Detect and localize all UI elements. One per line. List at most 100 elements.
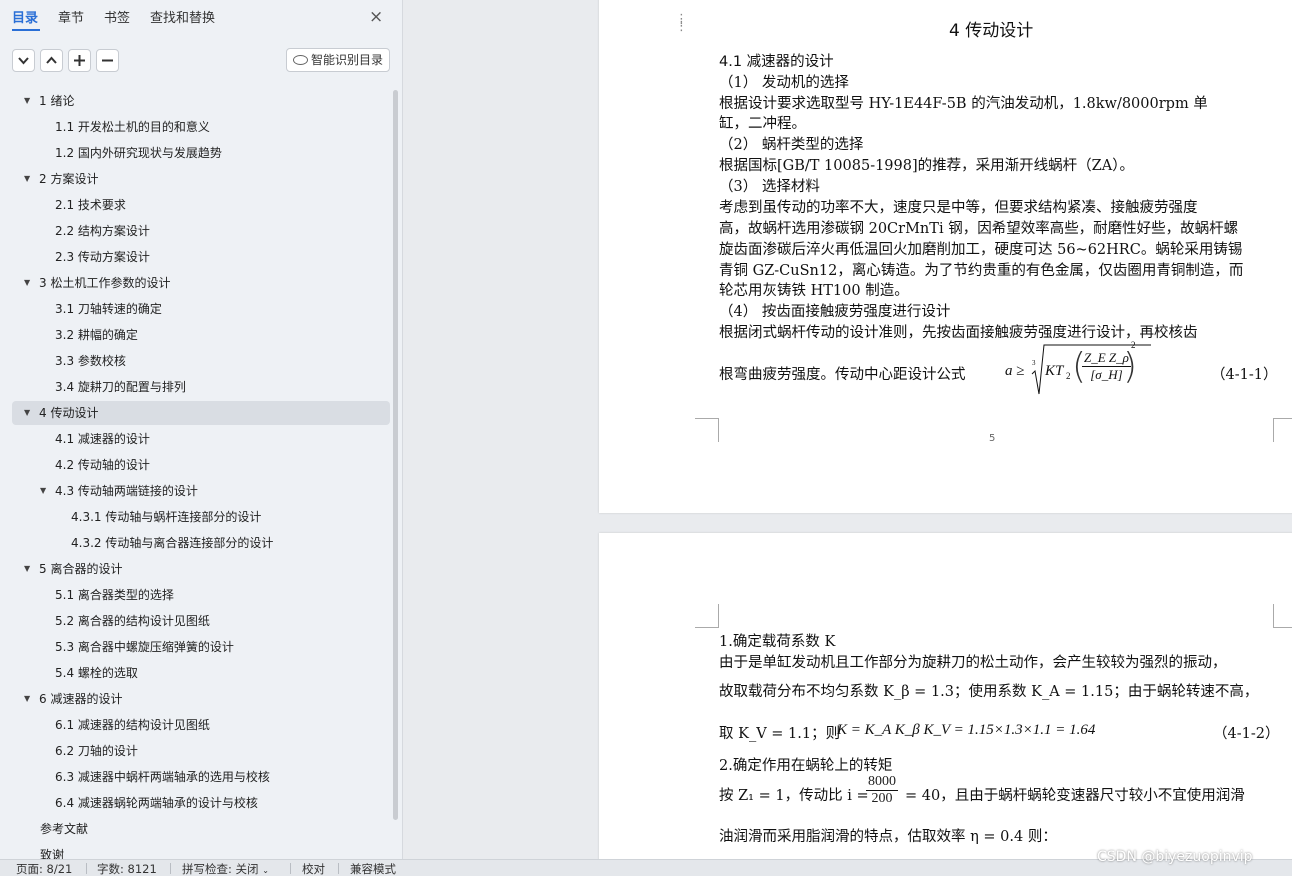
toc-item[interactable]: ▼ 4 传动设计 (12, 401, 390, 425)
body-line: 根据国标[GB/T 10085-1998]的推荐，采用渐开线蜗杆（ZA）。 (719, 158, 1134, 174)
toc-item-label: 4.2 传动轴的设计 (55, 458, 150, 472)
toc-item[interactable]: 参考文献 (12, 817, 390, 841)
toc-item[interactable]: 6.1 减速器的结构设计见图纸 (12, 713, 390, 737)
drag-handle-icon[interactable]: ⋮ ⋮ (675, 13, 688, 33)
expand-arrow-icon[interactable]: ▼ (24, 687, 30, 711)
smart-toc-button[interactable]: 智能识别目录 (286, 48, 390, 72)
add-item-button[interactable] (68, 49, 91, 72)
tab-chapters[interactable]: 章节 (58, 7, 84, 26)
expand-arrow-icon[interactable]: ▼ (24, 557, 30, 581)
toc-item[interactable]: ▼ 3 松土机工作参数的设计 (12, 271, 390, 295)
body-line: （3） 选择材料 (719, 179, 820, 195)
spell-check-toggle[interactable]: 拼写检查: 关闭 ⌄ (182, 861, 269, 876)
proofread-button[interactable]: 校对 (302, 861, 325, 876)
body-line: 油润滑而采用脂润滑的特点，估取效率 η = 0.4 则： (719, 829, 1057, 845)
toc-item-label: 6 减速器的设计 (39, 692, 123, 706)
toc-item[interactable]: 5.1 离合器类型的选择 (12, 583, 390, 607)
expand-all-button[interactable] (40, 49, 63, 72)
toc-item[interactable]: 4.2 传动轴的设计 (12, 453, 390, 477)
navigation-pane: 目录 章节 书签 查找和替换 × 智能识别目录 ▼ 1 绪论 1.1 开发松土机的目… (0, 0, 403, 859)
chapter-heading: 4 传动设计 (949, 21, 1034, 41)
expand-arrow-icon[interactable]: ▼ (40, 479, 46, 503)
chevron-down-icon: ⌄ (262, 866, 269, 875)
body-line: 取 K_V = 1.1；则 (719, 726, 841, 742)
toc-item[interactable]: 3.2 耕幅的确定 (12, 323, 390, 347)
toc-item[interactable]: 4.3.1 传动轴与蜗杆连接部分的设计 (12, 505, 390, 529)
toc-item-label: 4.3.1 传动轴与蜗杆连接部分的设计 (71, 510, 262, 524)
toc-item[interactable]: 6.2 刀轴的设计 (12, 739, 390, 763)
tab-find-replace[interactable]: 查找和替换 (150, 7, 215, 26)
toc-item-label: 2.2 结构方案设计 (55, 224, 150, 238)
equation-number: （4-1-1） (1211, 367, 1278, 383)
toc-item[interactable]: ▼ 5 离合器的设计 (12, 557, 390, 581)
toc-item[interactable]: ▼ 1 绪论 (12, 89, 390, 113)
crop-mark (695, 604, 719, 628)
toc-item-label: 4.3 传动轴两端链接的设计 (55, 484, 198, 498)
smart-toc-label: 智能识别目录 (311, 53, 384, 67)
toc-item[interactable]: 4.3.2 传动轴与离合器连接部分的设计 (12, 531, 390, 555)
nav-tabs: 目录 章节 书签 查找和替换 × (0, 0, 403, 36)
toc-item-label: 5.1 离合器类型的选择 (55, 588, 174, 602)
formula-kt: KT (1045, 363, 1064, 379)
close-icon[interactable]: × (369, 7, 383, 27)
toc-item[interactable]: 6.4 减速器蜗轮两端轴承的设计与校核 (12, 791, 390, 815)
toc-item[interactable]: 6.3 减速器中蜗杆两端轴承的选用与校核 (12, 765, 390, 789)
divider (170, 863, 171, 874)
toc-item[interactable]: ▼ 2 方案设计 (12, 167, 390, 191)
body-line: 高，故蜗杆选用渗碳钢 20CrMnTi 钢，因希望效率高些，耐磨性好些，故蜗杆螺 (719, 221, 1239, 237)
toc-item[interactable]: 3.4 旋耕刀的配置与排列 (12, 375, 390, 399)
toc-item[interactable]: 5.2 离合器的结构设计见图纸 (12, 609, 390, 633)
toc-item[interactable]: 1.2 国内外研究现状与发展趋势 (12, 141, 390, 165)
page-indicator[interactable]: 页面: 8/21 (16, 861, 72, 876)
toc-scrollbar[interactable] (393, 90, 398, 820)
divider (86, 863, 87, 874)
toc-item[interactable]: 2.3 传动方案设计 (12, 245, 390, 269)
expand-arrow-icon[interactable]: ▼ (24, 167, 30, 191)
collapse-all-button[interactable] (12, 49, 35, 72)
load-factor-formula: K = K_A K_β K_V = 1.15×1.3×1.1 = 1.64 (837, 722, 1096, 738)
toc-item-label: 6.4 减速器蜗轮两端轴承的设计与校核 (55, 796, 258, 810)
toc-item[interactable]: 2.1 技术要求 (12, 193, 390, 217)
body-line: （2） 蜗杆类型的选择 (719, 137, 864, 153)
toc-item-label: 1 绪论 (39, 94, 75, 108)
tab-bookmarks[interactable]: 书签 (104, 7, 130, 26)
toc-item[interactable]: 致谢 (12, 843, 390, 859)
body-line: 故取载荷分布不均匀系数 K_β = 1.3；使用系数 K_A = 1.15；由于… (719, 684, 1259, 700)
remove-item-button[interactable] (96, 49, 119, 72)
formula-kt-subscript: 2 (1066, 371, 1071, 381)
toc-item[interactable]: ▼ 4.3 传动轴两端链接的设计 (12, 479, 390, 503)
toc-item[interactable]: 5.3 离合器中螺旋压缩弹簧的设计 (12, 635, 390, 659)
toc-item[interactable]: 3.3 参数校核 (12, 349, 390, 373)
toc-item[interactable]: 4.1 减速器的设计 (12, 427, 390, 451)
toc-item-label: 参考文献 (40, 822, 89, 836)
expand-arrow-icon[interactable]: ▼ (24, 401, 30, 425)
body-line: 旋齿面渗碳后淬火再低温回火加磨削加工，硬度可达 56~62HRC。蜗轮采用铸锡 (719, 242, 1243, 258)
compatibility-mode: 兼容模式 (350, 862, 396, 876)
toc-item[interactable]: 1.1 开发松土机的目的和意义 (12, 115, 390, 139)
toc-item-label: 6.2 刀轴的设计 (55, 744, 138, 758)
divider (338, 863, 339, 874)
formula-lhs: a ≥ (1005, 363, 1025, 379)
toc-item-label: 1.2 国内外研究现状与发展趋势 (55, 146, 222, 160)
toc-item-label: 3 松土机工作参数的设计 (39, 276, 171, 290)
toc-item-label: 3.1 刀轴转速的确定 (55, 302, 162, 316)
expand-arrow-icon[interactable]: ▼ (24, 89, 30, 113)
toc-item[interactable]: 5.4 螺栓的选取 (12, 661, 390, 685)
active-tab-indicator (12, 29, 40, 31)
crop-mark (1273, 604, 1292, 628)
divider (290, 863, 291, 874)
document-page: ⋮ ⋮ 4 传动设计 4.1 减速器的设计 （1） 发动机的选择 根据设计要求选取… (599, 0, 1292, 513)
toc-item[interactable]: ▼ 6 减速器的设计 (12, 687, 390, 711)
watermark: CSDN @biyezuopinvip (1097, 849, 1253, 865)
toc-item[interactable]: 3.1 刀轴转速的确定 (12, 297, 390, 321)
ratio-fraction: 8000 200 (866, 774, 898, 806)
toc-item[interactable]: 2.2 结构方案设计 (12, 219, 390, 243)
toc-item-label: 5 离合器的设计 (39, 562, 123, 576)
word-count[interactable]: 字数: 8121 (97, 861, 157, 876)
toc-item-label: 5.4 螺栓的选取 (55, 666, 138, 680)
body-line: 缸，二冲程。 (719, 116, 806, 132)
tab-toc[interactable]: 目录 (12, 7, 38, 26)
toc-tree: ▼ 1 绪论 1.1 开发松土机的目的和意义 1.2 国内外研究现状与发展趋势 ▼ 2 方… (0, 89, 400, 859)
expand-arrow-icon[interactable]: ▼ (24, 271, 30, 295)
right-paren: ) (1123, 346, 1138, 387)
